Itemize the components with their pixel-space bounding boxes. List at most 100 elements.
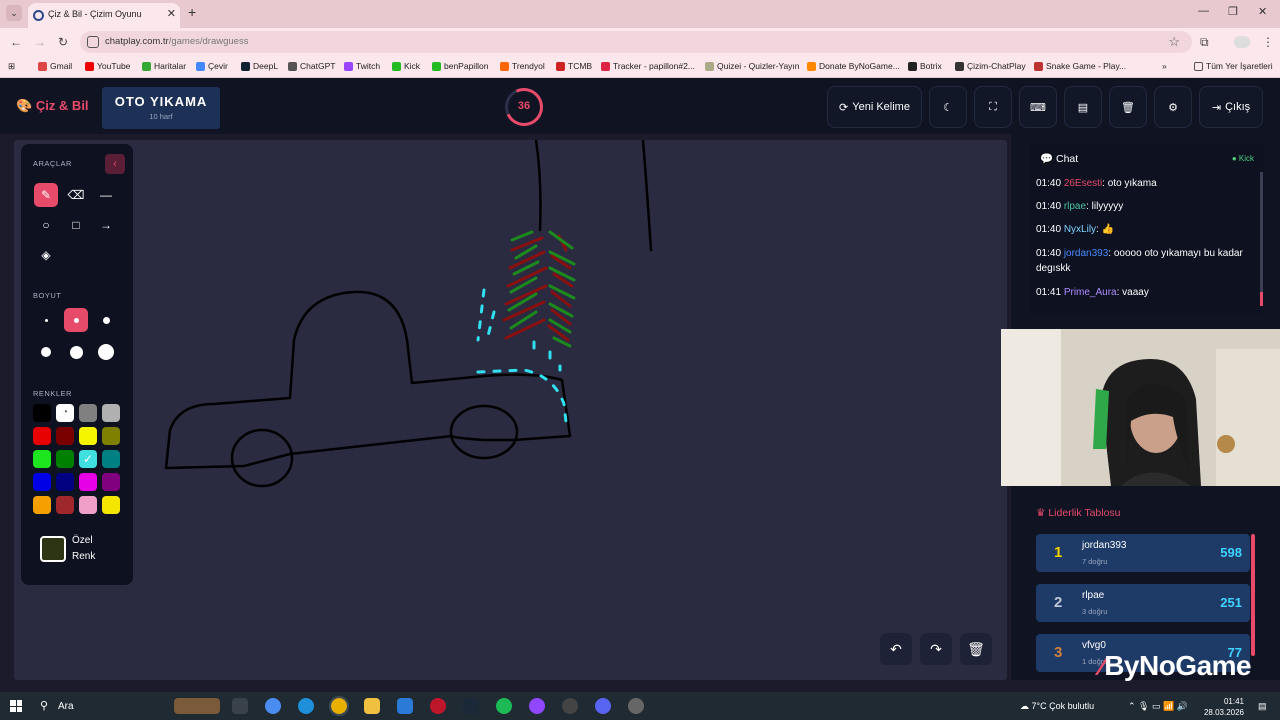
bookmark-donate[interactable]: Donate ByNoGame... (807, 61, 900, 71)
copilot-icon[interactable] (265, 698, 281, 714)
settings-button[interactable]: ⚙ (1154, 86, 1192, 128)
bookmark-deepl[interactable]: DeepL (241, 61, 278, 71)
all-bookmarks[interactable]: Tüm Yer İşaretleri (1194, 61, 1273, 71)
new-word-button[interactable]: ⟳ Yeni Kelime (827, 86, 922, 128)
color-swatch[interactable] (33, 404, 51, 422)
notifications-icon[interactable]: ▤ (1258, 701, 1267, 712)
app-icon-1[interactable] (562, 698, 578, 714)
window-close-icon[interactable]: ✕ (1258, 5, 1267, 18)
line-tool-button[interactable]: — (94, 183, 118, 207)
bookmark-kick[interactable]: Kick (392, 61, 420, 71)
color-swatch[interactable] (33, 450, 51, 468)
color-swatch[interactable] (56, 427, 74, 445)
back-icon[interactable]: ← (10, 35, 22, 49)
rectangle-tool-button[interactable]: □ (64, 213, 88, 237)
tab-close-icon[interactable]: ✕ (167, 7, 176, 20)
exit-button[interactable]: ⇥ Çıkış (1199, 86, 1263, 128)
bookmark-snake-game[interactable]: Snake Game - Play... (1034, 61, 1126, 71)
spotify-icon[interactable] (496, 698, 512, 714)
new-tab-icon[interactable]: + (188, 4, 196, 20)
bookmark-cizim-chatplay[interactable]: Çizim-ChatPlay (955, 61, 1026, 71)
clear-canvas-button[interactable]: 🗑 (960, 633, 992, 665)
taskbar-search[interactable]: Ara (58, 701, 74, 712)
browser-menu-icon[interactable]: ⋮ (1262, 35, 1274, 49)
pen-tool-button[interactable]: ✎ (34, 183, 58, 207)
search-icon[interactable]: ⚲ (40, 699, 48, 712)
chrome-icon[interactable] (329, 696, 349, 716)
bookmark-benpapillon[interactable]: benPapillon (432, 61, 488, 71)
bookmark-star-icon[interactable]: ☆ (1168, 34, 1180, 50)
bookmark-chatgpt[interactable]: ChatGPT (288, 61, 335, 71)
keyboard-button[interactable]: ⌨ (1019, 86, 1057, 128)
drawing-canvas[interactable] (14, 140, 1007, 680)
mail-icon[interactable] (397, 698, 413, 714)
color-swatch[interactable] (56, 496, 74, 514)
color-swatch[interactable]: ◔ (56, 404, 74, 422)
color-swatch[interactable] (33, 427, 51, 445)
arrow-tool-button[interactable]: → (94, 213, 118, 237)
site-info-icon[interactable] (87, 36, 99, 48)
bookmark-youtube[interactable]: YouTube (85, 61, 130, 71)
size-2-button[interactable] (64, 308, 88, 332)
bookmark-tcmb[interactable]: TCMB (556, 61, 592, 71)
circle-tool-button[interactable]: ○ (34, 213, 58, 237)
color-swatch[interactable] (102, 427, 120, 445)
color-swatch[interactable] (102, 496, 120, 514)
steam-icon[interactable] (463, 698, 479, 714)
windows-start-icon[interactable] (10, 700, 22, 712)
edge-icon[interactable] (298, 698, 314, 714)
opera-icon[interactable] (430, 698, 446, 714)
extensions-icon[interactable]: ⧉ (1200, 35, 1209, 50)
size-4-button[interactable] (34, 340, 58, 364)
color-swatch[interactable] (102, 473, 120, 491)
minimize-icon[interactable]: — (1198, 5, 1209, 17)
discord-icon[interactable] (595, 698, 611, 714)
size-3-button[interactable] (94, 308, 118, 332)
color-swatch[interactable] (56, 450, 74, 468)
fullscreen-button[interactable]: ⛶ (974, 86, 1012, 128)
size-5-button[interactable] (64, 340, 88, 364)
fill-tool-button[interactable]: ◈ (34, 243, 58, 267)
profile-avatar[interactable] (1234, 36, 1250, 48)
archive-button[interactable]: ▤ (1064, 86, 1102, 128)
bookmark-quizei[interactable]: Quizei - Quizler-Yayın (705, 61, 800, 71)
apps-grid-icon[interactable]: ⊞ (8, 61, 15, 72)
tab-search-button[interactable]: ⌄ (6, 5, 22, 21)
bookmark-tracker[interactable]: Tracker - papillon#2... (601, 61, 695, 71)
color-swatch[interactable]: ✓ (79, 450, 97, 468)
app-icon-2[interactable] (628, 698, 644, 714)
color-swatch[interactable] (79, 427, 97, 445)
task-view-icon[interactable] (232, 698, 248, 714)
bookmark-haritalar[interactable]: Haritalar (142, 61, 186, 71)
color-swatch[interactable] (79, 473, 97, 491)
search-highlight-image[interactable] (174, 698, 220, 714)
color-swatch[interactable] (79, 404, 97, 422)
file-explorer-icon[interactable] (364, 698, 380, 714)
leaderboard-scrollbar[interactable] (1251, 534, 1255, 656)
chat-scrollbar-thumb[interactable] (1260, 292, 1263, 306)
bookmarks-overflow-icon[interactable]: » (1162, 61, 1167, 71)
bookmark-gmail[interactable]: Gmail (38, 61, 72, 71)
eraser-tool-button[interactable]: ⌫ (64, 183, 88, 207)
system-tray-icons[interactable]: ⌃ 🎙 ▭ 📶 🔊 (1128, 701, 1188, 712)
bookmark-cevir[interactable]: Çevir (196, 61, 228, 71)
restore-icon[interactable]: ❐ (1228, 5, 1238, 18)
size-6-button[interactable] (94, 340, 118, 364)
chat-scrollbar[interactable] (1260, 172, 1263, 304)
bookmark-trendyol[interactable]: Trendyol (500, 61, 545, 71)
reload-icon[interactable]: ↻ (58, 35, 68, 49)
redo-button[interactable]: ↷ (920, 633, 952, 665)
color-swatch[interactable] (102, 404, 120, 422)
forward-icon[interactable]: → (34, 35, 46, 49)
bookmark-twitch[interactable]: Twitch (344, 61, 380, 71)
size-1-button[interactable] (34, 308, 58, 332)
system-clock[interactable]: 01:41 28.03.2026 (1200, 696, 1244, 718)
browser-tab[interactable]: Çiz & Bil - Çizim Oyunu ✕ (28, 3, 180, 28)
delete-button[interactable]: 🗑 (1109, 86, 1147, 128)
undo-button[interactable]: ↶ (880, 633, 912, 665)
color-swatch[interactable] (56, 473, 74, 491)
color-swatch[interactable] (33, 496, 51, 514)
weather-widget[interactable]: ☁ 7°C Çok bulutlu (1020, 701, 1094, 712)
collapse-panel-button[interactable]: ‹ (105, 154, 125, 174)
url-input[interactable]: chatplay.com.tr/games/drawguess ☆ (80, 31, 1192, 53)
